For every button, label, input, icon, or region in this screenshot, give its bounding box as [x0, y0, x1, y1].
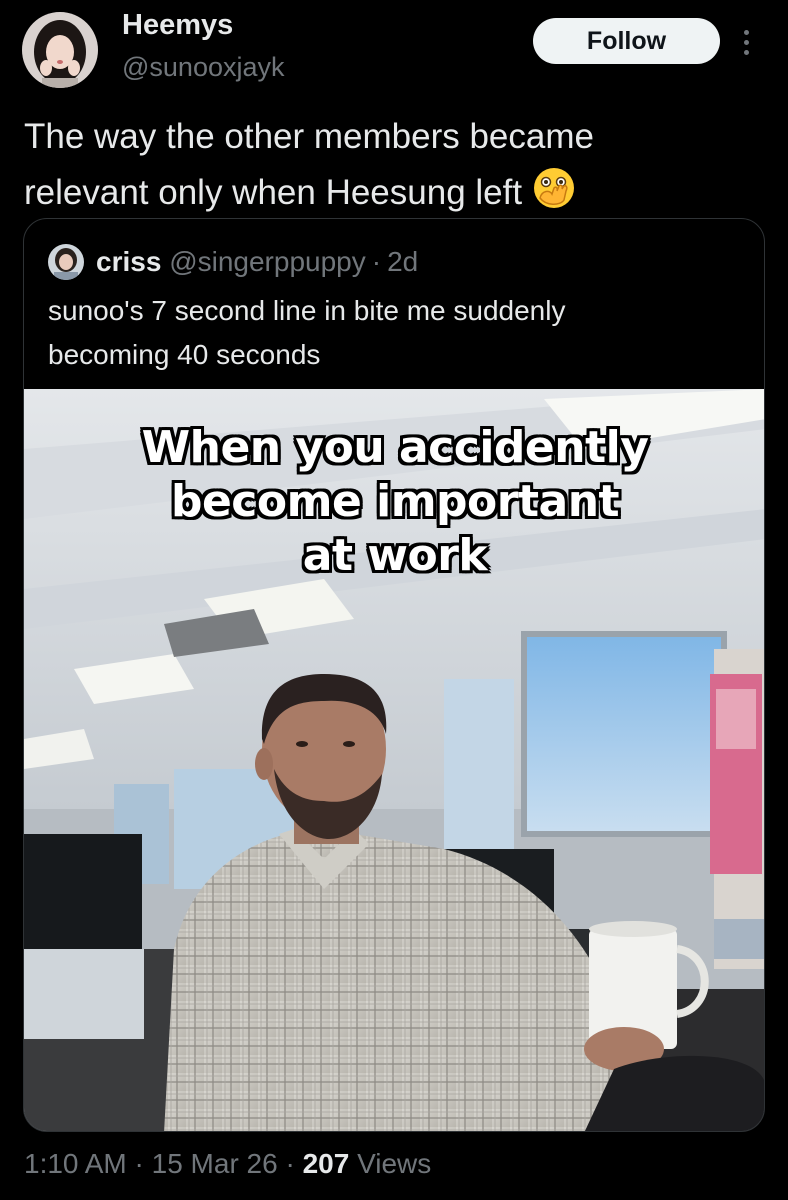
quote-profile-photo — [48, 244, 84, 280]
meme-caption-line2: become important — [170, 476, 620, 527]
separator-dot: · — [371, 246, 382, 277]
meme-caption: When you accidently become important at … — [24, 421, 764, 583]
post-date[interactable]: 15 Mar 26 — [152, 1148, 278, 1179]
quote-text-line1: sunoo's 7 second line in bite me suddenl… — [48, 295, 566, 326]
dot — [743, 39, 749, 45]
views-label[interactable]: Views — [357, 1148, 431, 1179]
author-avatar[interactable] — [22, 12, 98, 88]
views-count[interactable]: 207 — [303, 1148, 350, 1179]
quote-author-avatar[interactable] — [48, 244, 84, 280]
quote-header: criss @singerppuppy · 2d — [96, 244, 418, 280]
dot — [743, 29, 749, 35]
separator-dot: · — [285, 1148, 295, 1179]
post-metadata: 1:10 AM · 15 Mar 26 · 207 Views — [24, 1148, 431, 1180]
quoted-post-card[interactable]: criss @singerppuppy · 2d sunoo's 7 second … — [23, 218, 765, 1132]
follow-button[interactable]: Follow — [533, 18, 720, 64]
author-handle[interactable]: @sunooxjayk — [122, 52, 285, 83]
quote-text-line2: becoming 40 seconds — [48, 339, 321, 370]
quote-timestamp[interactable]: 2d — [387, 246, 418, 277]
quote-author-name[interactable]: criss — [96, 246, 161, 277]
quote-text: sunoo's 7 second line in bite me suddenl… — [48, 289, 738, 377]
quote-author-handle[interactable]: @singerppuppy — [169, 246, 366, 277]
post-time[interactable]: 1:10 AM — [24, 1148, 127, 1179]
dot — [743, 49, 749, 55]
author-display-name[interactable]: Heemys — [122, 9, 233, 42]
face-with-open-eyes-and-hand-over-mouth-icon — [530, 164, 578, 212]
meme-caption-line1: When you accidently — [141, 422, 649, 473]
quote-media-image[interactable]: When you accidently become important at … — [24, 389, 764, 1131]
meme-caption-line3: at work — [302, 530, 488, 581]
separator-dot: · — [134, 1148, 144, 1179]
profile-photo — [22, 12, 98, 88]
post-text: The way the other members became relevan… — [24, 110, 764, 220]
post-text-line1: The way the other members became — [24, 117, 594, 156]
more-options-icon[interactable] — [732, 22, 760, 62]
post-text-line2: relevant only when Heesung left — [24, 173, 523, 212]
